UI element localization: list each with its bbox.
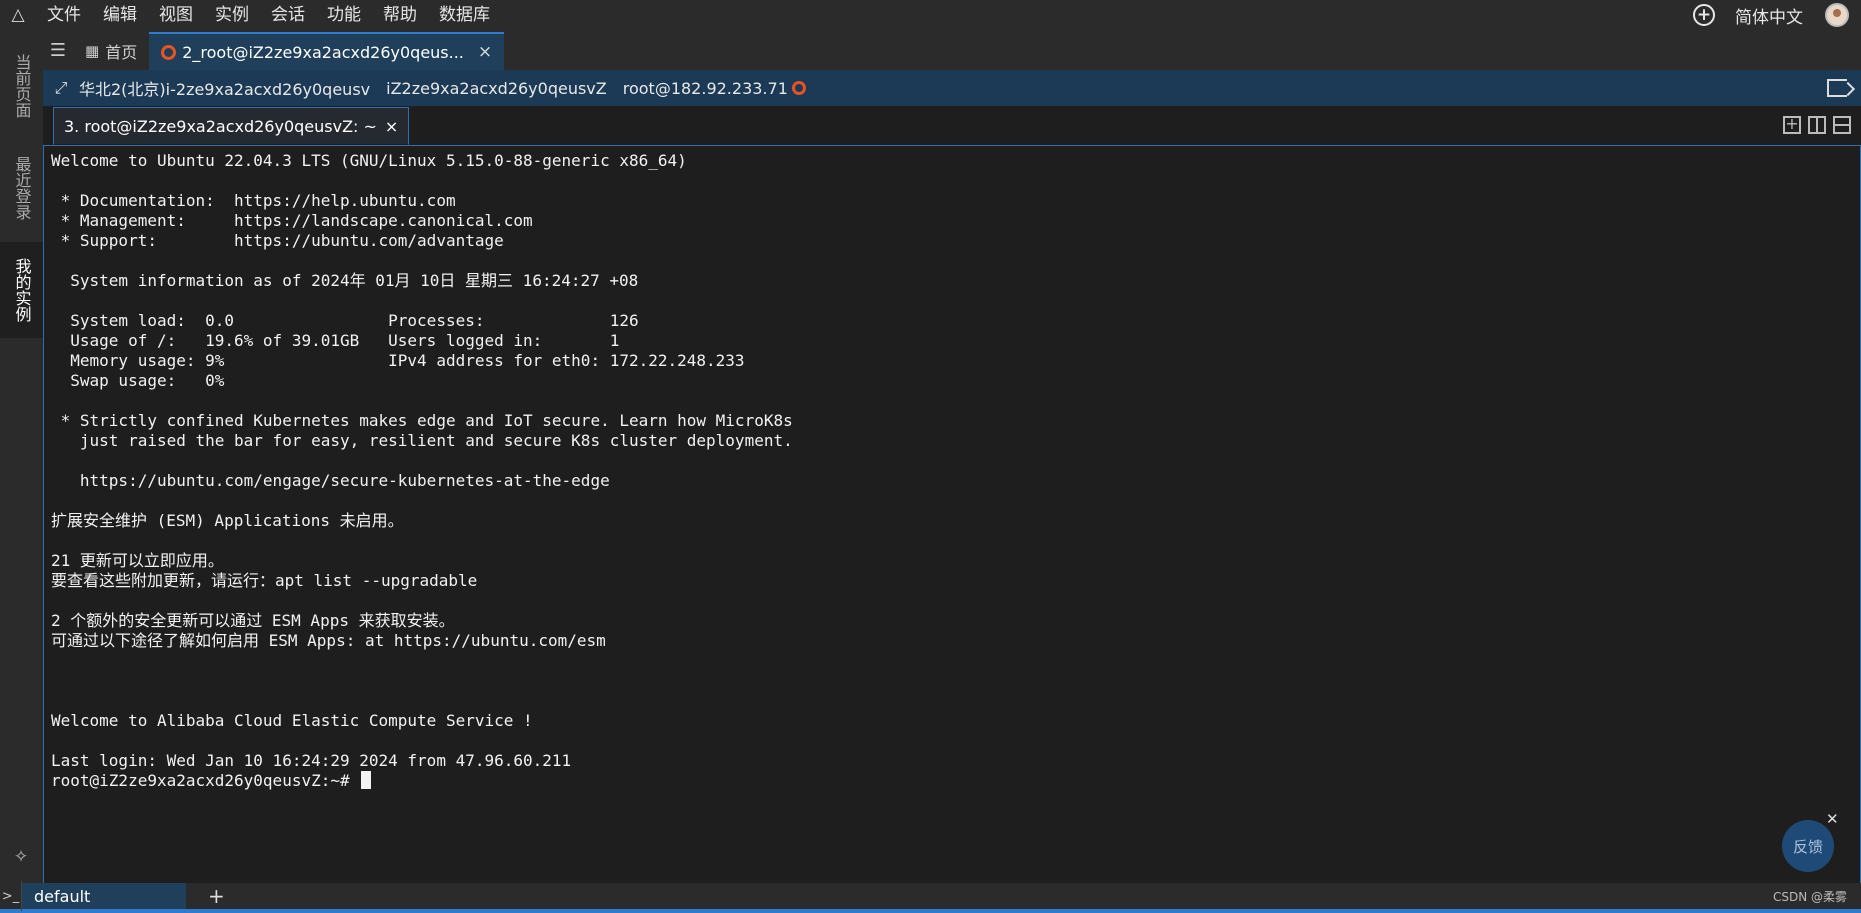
terminal-line: 21 更新可以立即应用。 (51, 551, 224, 570)
sidebar-tab-label: 最近登录 (12, 156, 32, 220)
terminal-line: System information as of 2024年 01月 10日 星… (51, 271, 639, 290)
session-info-bar: ⤢ 华北2(北京)i-2ze9xa2acxd26y0qeusv iZ2ze9xa… (43, 70, 1861, 106)
sidebar-tab-recent-login[interactable]: 最近登录 (0, 140, 43, 236)
split-vertical-icon[interactable] (1808, 116, 1826, 134)
terminal-line: 2 个额外的安全更新可以通过 ESM Apps 来获取安装。 (51, 611, 455, 630)
close-icon[interactable]: × (478, 42, 492, 62)
exit-icon[interactable] (1827, 79, 1847, 97)
sidebar-tab-my-instances[interactable]: 我的实例 (0, 242, 43, 338)
terminal-prompt-line[interactable]: root@iZ2ze9xa2acxd26y0qeusvZ:~# (51, 771, 1860, 791)
menu-file[interactable]: 文件 (36, 0, 92, 30)
menu-bar: △ 文件 编辑 视图 实例 会话 功能 帮助 数据库 + 简体中文 (0, 0, 1861, 30)
terminal-line: * Support: https://ubuntu.com/advantage (51, 231, 504, 250)
menu-database[interactable]: 数据库 (428, 0, 501, 30)
grid-icon: ▦ (85, 42, 100, 60)
terminal-line: * Documentation: https://help.ubuntu.com (51, 191, 456, 210)
terminal-output[interactable]: Welcome to Ubuntu 22.04.3 LTS (GNU/Linux… (43, 146, 1861, 883)
terminal-line: https://ubuntu.com/engage/secure-kuberne… (51, 471, 610, 490)
sidebar-tab-label: 当前页面 (12, 54, 32, 118)
tab-bar: ☰ ▦ 首页 2_root@iZ2ze9xa2acxd26y0qeus... × (43, 30, 1861, 70)
terminal-line: Last login: Wed Jan 10 16:24:29 2024 fro… (51, 751, 572, 770)
menu-help[interactable]: 帮助 (372, 0, 428, 30)
split-horizontal-icon[interactable] (1833, 116, 1851, 134)
terminal-line: Welcome to Ubuntu 22.04.3 LTS (GNU/Linux… (51, 151, 687, 170)
terminal-line: 要查看这些附加更新，请运行：apt list --upgradable (51, 571, 478, 590)
terminal-line: Swap usage: 0% (51, 371, 225, 390)
terminal-line: * Management: https://landscape.canonica… (51, 211, 533, 230)
tab-home[interactable]: ▦ 首页 (73, 32, 149, 70)
add-circle-icon[interactable]: + (1693, 4, 1715, 26)
terminal-line: 可通过以下途径了解如何启用 ESM Apps: at https://ubunt… (51, 631, 606, 650)
terminal-line: just raised the bar for easy, resilient … (51, 431, 793, 450)
watermark: CSDN @柔雾 (1772, 889, 1847, 904)
sidebar-tab-current-page[interactable]: 当前页面 (0, 38, 43, 134)
avatar[interactable] (1825, 3, 1849, 27)
session-address: root@182.92.233.71 (622, 78, 788, 98)
close-icon[interactable]: ✕ (1826, 810, 1839, 828)
menu-view[interactable]: 视图 (148, 0, 204, 30)
terminal-prompt: root@iZ2ze9xa2acxd26y0qeusvZ:~# (51, 771, 350, 790)
terminal-tab-label: 3. root@iZ2ze9xa2acxd26y0qeusvZ: ~ (64, 116, 377, 136)
ubuntu-icon (161, 44, 177, 60)
tab-home-label: 首页 (105, 43, 138, 62)
terminal-cursor (361, 771, 372, 789)
menu-edit[interactable]: 编辑 (92, 0, 148, 30)
add-tab-icon[interactable]: + (208, 884, 225, 908)
terminal-icon: >_ (0, 881, 22, 911)
terminal-line: Memory usage: 9% IPv4 address for eth0: … (51, 351, 745, 370)
terminal-line: Welcome to Alibaba Cloud Elastic Compute… (51, 711, 533, 730)
ubuntu-icon (791, 81, 806, 95)
status-tab-default[interactable]: default (22, 883, 186, 909)
new-terminal-icon[interactable] (1783, 114, 1801, 134)
terminal-line: Usage of /: 19.6% of 39.01GB Users logge… (51, 331, 620, 350)
session-host: iZ2ze9xa2acxd26y0qeusvZ (386, 78, 607, 98)
expand-icon[interactable]: ⤢ (43, 78, 79, 98)
sidebar-tab-label: 我的实例 (12, 258, 32, 322)
vertical-sidebar: 当前页面 最近登录 我的实例 ✧ (0, 30, 43, 883)
status-bar: >_ default + CSDN @柔雾 (0, 881, 1861, 913)
terminal-line: 扩展安全维护 (ESM) Applications 未启用。 (51, 511, 404, 530)
pin-icon[interactable]: ✧ (10, 847, 32, 869)
close-icon[interactable]: × (385, 117, 398, 136)
terminal-tab-bar: 3. root@iZ2ze9xa2acxd26y0qeusvZ: ~ × (43, 106, 1861, 146)
menu-function[interactable]: 功能 (316, 0, 372, 30)
terminal-line: * Strictly confined Kubernetes makes edg… (51, 411, 793, 430)
tab-session[interactable]: 2_root@iZ2ze9xa2acxd26y0qeus... × (149, 32, 505, 70)
menu-instance[interactable]: 实例 (204, 0, 260, 30)
linux-penguin-icon[interactable]: △ (0, 0, 36, 30)
menu-session[interactable]: 会话 (260, 0, 316, 30)
language-selector[interactable]: 简体中文 (1735, 3, 1803, 28)
tab-session-label: 2_root@iZ2ze9xa2acxd26y0qeus... (182, 42, 464, 62)
list-toggle-icon[interactable]: ☰ (43, 30, 73, 70)
terminal-tab[interactable]: 3. root@iZ2ze9xa2acxd26y0qeusvZ: ~ × (53, 107, 410, 145)
session-region: 华北2(北京)i-2ze9xa2acxd26y0qeusv (79, 80, 371, 99)
terminal-line: System load: 0.0 Processes: 126 (51, 311, 639, 330)
